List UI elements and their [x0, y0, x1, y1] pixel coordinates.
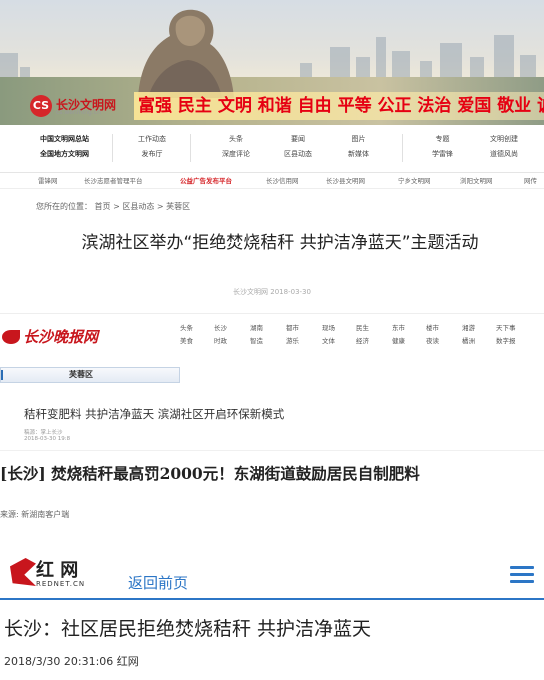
- sub-link[interactable]: 网传: [524, 175, 537, 185]
- sub-link-highlight[interactable]: 公益广告发布平台: [180, 175, 232, 185]
- xinhunan-article-source: 来源: 新湖南客户端: [0, 510, 70, 519]
- rednet-article-title: 长沙：社区居民拒绝焚烧秸秆 共护洁净蓝天: [4, 618, 372, 640]
- logo-subtext: cs.wenming.cn: [56, 109, 101, 116]
- cswb-nav-link[interactable]: 民生: [356, 322, 369, 332]
- section-tab-furong[interactable]: 芙蓉区: [0, 367, 180, 383]
- section-tab-label: 芙蓉区: [69, 370, 93, 379]
- logo-mark: [2, 330, 20, 344]
- cswb-nav-link[interactable]: 长沙: [214, 322, 227, 332]
- nav-link[interactable]: 中国文明网总站: [40, 132, 89, 147]
- cswb-nav-link[interactable]: 时政: [214, 335, 227, 345]
- cswb-nav-link[interactable]: 智造: [250, 335, 263, 345]
- sub-link[interactable]: 长沙信用网: [266, 175, 299, 185]
- cswb-nav-link[interactable]: 数字报: [496, 335, 516, 345]
- nav-link[interactable]: 专题: [432, 132, 453, 147]
- back-button[interactable]: 返回前页: [128, 572, 188, 593]
- cswb-article-source: 稿源：掌上长沙: [24, 430, 63, 436]
- sub-link[interactable]: 长沙志愿者管理平台: [84, 175, 143, 185]
- sub-link[interactable]: 长沙县文明网: [326, 175, 365, 185]
- article-meta: 长沙文明网 2018-03-30: [233, 288, 311, 296]
- nav-link[interactable]: 全国地方文明网: [40, 147, 89, 162]
- nav-link[interactable]: 图片: [348, 132, 369, 147]
- rednet-logo[interactable]: 红 网 REDNET.CN: [10, 556, 110, 594]
- cswb-nav-link[interactable]: 楼市: [426, 322, 439, 332]
- cswb-nav-link[interactable]: 文体: [322, 335, 335, 345]
- nav-col-7[interactable]: 文明创建 道德风尚: [490, 132, 518, 162]
- nav-link[interactable]: 发布厅: [138, 147, 166, 162]
- cswb-nav-link[interactable]: 现场: [322, 322, 335, 332]
- rednet-logo-text: 红 网: [36, 560, 79, 581]
- top-navigation: 中国文明网总站 全国地方文明网 工作动态 发布厅 头条 深度评论 要闻 区县动态…: [0, 126, 544, 173]
- cswb-nav-link[interactable]: 都市: [286, 322, 299, 332]
- nav-col-6[interactable]: 专题 学雷锋: [432, 132, 453, 162]
- rednet-logo-en: REDNET.CN: [36, 580, 86, 588]
- cswb-nav-link[interactable]: 美食: [180, 335, 193, 345]
- nav-link[interactable]: 区县动态: [284, 147, 312, 162]
- sub-links-bar: 雷锋网 长沙志愿者管理平台 公益广告发布平台 长沙信用网 长沙县文明网 宁乡文明…: [0, 172, 544, 189]
- sub-link[interactable]: 浏阳文明网: [460, 175, 493, 185]
- nav-link[interactable]: 学雷锋: [432, 147, 453, 162]
- cswb-article-date: 2018-03-30 19:8: [24, 436, 71, 442]
- cswb-nav-link[interactable]: 天下事: [496, 322, 516, 332]
- nav-col-1[interactable]: 中国文明网总站 全国地方文明网: [40, 132, 89, 162]
- nav-col-4[interactable]: 要闻 区县动态: [284, 132, 312, 162]
- cswb-logo[interactable]: 长沙晚报网: [2, 326, 98, 347]
- logo-mark: CS: [30, 95, 52, 117]
- cswb-nav-link[interactable]: 游乐: [286, 335, 299, 345]
- cswb-nav-link[interactable]: 健康: [392, 335, 405, 345]
- cswb-nav-link[interactable]: 头条: [180, 322, 193, 332]
- breadcrumb: 您所在的位置： 首页 > 区县动态 > 芙蓉区: [36, 202, 191, 211]
- nav-link[interactable]: 深度评论: [222, 147, 250, 162]
- cswb-nav-link[interactable]: 湖南: [250, 322, 263, 332]
- nav-col-2[interactable]: 工作动态 发布厅: [138, 132, 166, 162]
- nav-link[interactable]: 要闻: [284, 132, 312, 147]
- rednet-logo-mark: [10, 558, 36, 586]
- cswb-nav-link[interactable]: 经济: [356, 335, 369, 345]
- slogan-banner: 富强 民主 文明 和谐 自由 平等 公正 法治 爱国 敬业 诚: [134, 92, 544, 120]
- cswb-article-title: 秸秆变肥料 共护洁净蓝天 滨湖社区开启环保新模式: [24, 407, 285, 421]
- sub-link[interactable]: 雷锋网: [38, 175, 58, 185]
- cswb-nav-link[interactable]: 橘洲: [462, 335, 475, 345]
- cswb-logo-text: 长沙晚报网: [23, 328, 99, 346]
- nav-col-5[interactable]: 图片 新媒体: [348, 132, 369, 162]
- menu-icon[interactable]: [510, 566, 534, 584]
- rednet-article-meta: 2018/3/30 20:31:06 红网: [4, 655, 139, 668]
- cswb-nav-link[interactable]: 湘游: [462, 322, 475, 332]
- nav-col-3[interactable]: 头条 深度评论: [222, 132, 250, 162]
- nav-link[interactable]: 头条: [222, 132, 250, 147]
- statue-image: [138, 9, 234, 98]
- nav-link[interactable]: 新媒体: [348, 147, 369, 162]
- nav-link[interactable]: 道德风尚: [490, 147, 518, 162]
- article-title: 滨湖社区举办“拒绝焚烧秸秆 共护洁净蓝天”主题活动: [81, 233, 479, 253]
- xinhunan-article-title: [长沙] 焚烧秸秆最高罚2000元！东湖街道鼓励居民自制肥料: [0, 464, 420, 483]
- wenming-logo[interactable]: CS 长沙文明网 cs.wenming.cn: [30, 95, 130, 117]
- cswb-nav-link[interactable]: 东市: [392, 322, 405, 332]
- nav-link[interactable]: 工作动态: [138, 132, 166, 147]
- cswb-nav-link[interactable]: 夜读: [426, 335, 439, 345]
- sub-link[interactable]: 宁乡文明网: [398, 175, 431, 185]
- nav-link[interactable]: 文明创建: [490, 132, 518, 147]
